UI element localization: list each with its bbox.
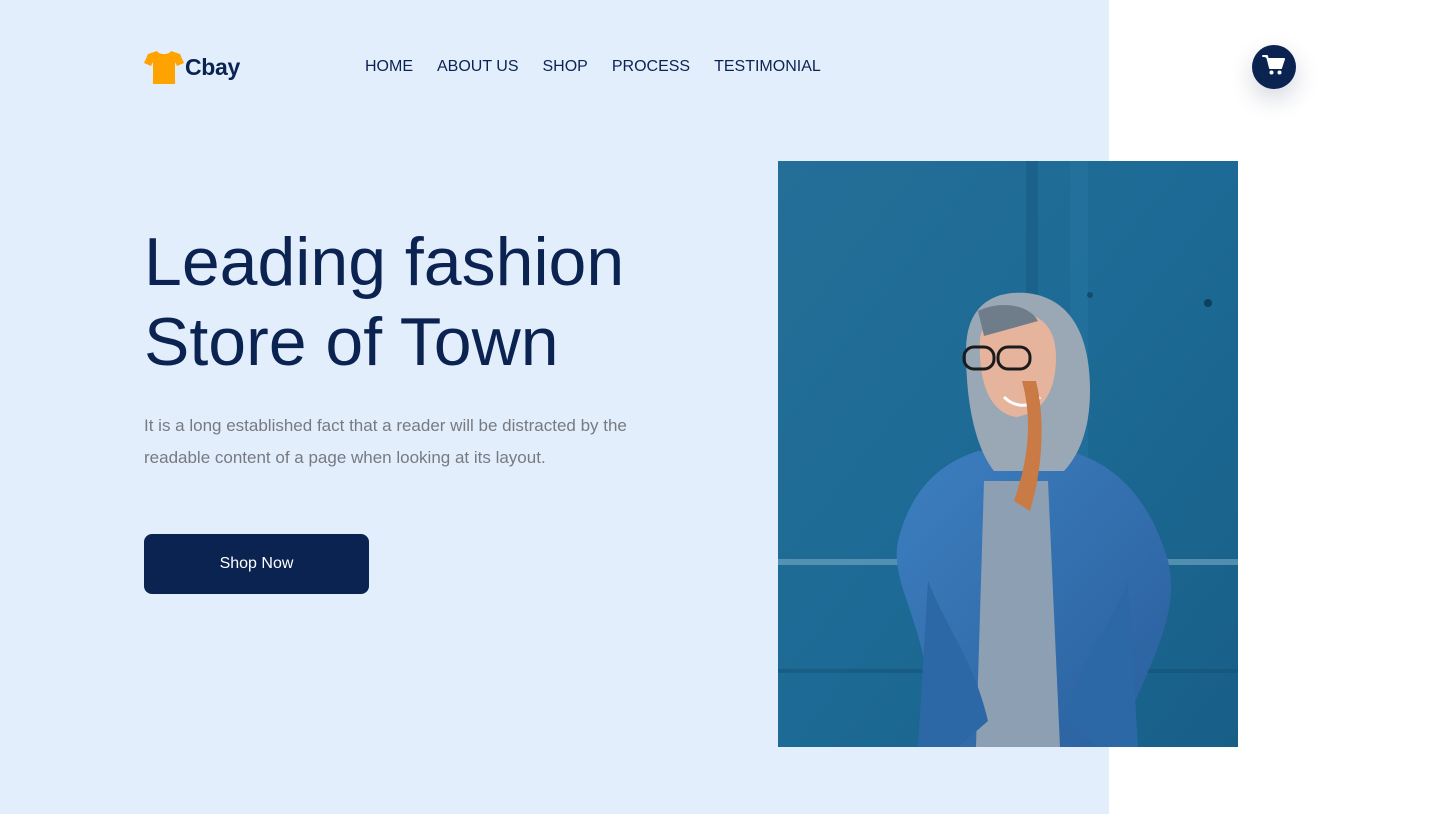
hero-description: It is a long established fact that a rea…	[144, 416, 627, 467]
nav-item-shop[interactable]: SHOP	[543, 57, 588, 77]
shopping-cart-icon	[1262, 54, 1286, 81]
shop-now-button[interactable]: Shop Now	[144, 534, 369, 594]
tshirt-icon	[144, 50, 184, 84]
nav-item-testimonial[interactable]: TESTIMONIAL	[714, 57, 821, 77]
brand-logo[interactable]: Cbay	[144, 50, 240, 84]
hero-image	[778, 161, 1238, 747]
main-navigation: HOME ABOUT US SHOP PROCESS TESTIMONIAL	[365, 57, 845, 77]
hero-title-line-1: Leading fashion	[144, 224, 625, 300]
brand-name: Cbay	[185, 53, 241, 80]
landing-page: Cbay HOME ABOUT US SHOP PROCESS TESTIMON…	[0, 0, 1440, 836]
nav-item-process[interactable]: PROCESS	[612, 57, 690, 77]
nav-item-home[interactable]: HOME	[365, 57, 413, 77]
nav-item-about-us[interactable]: ABOUT US	[437, 57, 519, 77]
hero-title-line-2: Store of Town	[144, 304, 559, 380]
hero-title: Leading fashion Store of Town	[144, 222, 704, 382]
cart-button[interactable]	[1252, 45, 1296, 89]
